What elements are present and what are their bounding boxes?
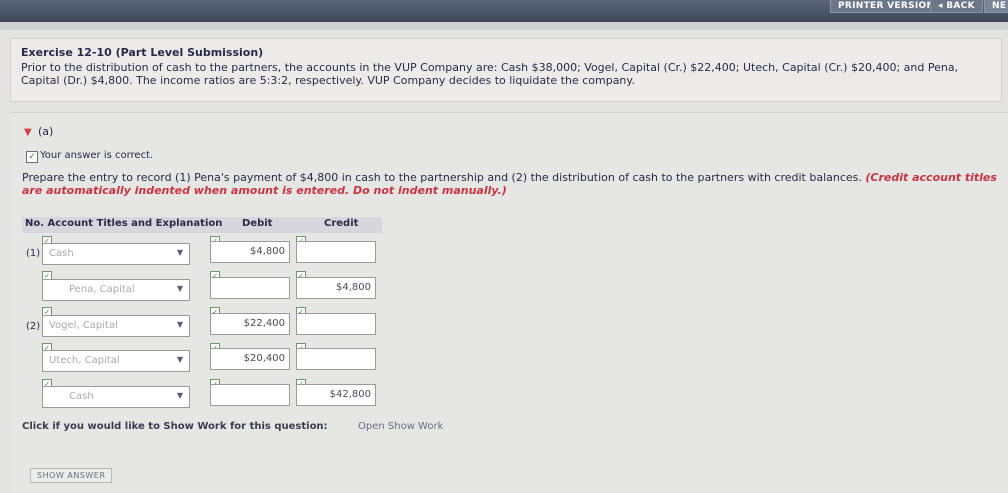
instructions-main: Prepare the entry to record (1) Pena's p… [22, 171, 862, 184]
credit-input[interactable]: $42,800 [296, 384, 376, 406]
top-toolbar: PRINTER VERSION ◂ BACK NE [0, 0, 1008, 22]
header-account: Account Titles and Explanation [47, 218, 223, 229]
account-select[interactable]: Utech, Capital ▼ [42, 350, 190, 372]
header-no: No. [25, 218, 45, 229]
account-select[interactable]: Pena, Capital ▼ [42, 279, 190, 301]
instructions: Prepare the entry to record (1) Pena's p… [22, 171, 1007, 197]
account-select-value: Vogel, Capital [49, 320, 118, 331]
chevron-down-icon: ▼ [176, 284, 183, 293]
printer-version-button[interactable]: PRINTER VERSION [830, 0, 943, 13]
collapse-triangle-icon[interactable]: ▼ [24, 127, 32, 138]
show-answer-button[interactable]: SHOW ANSWER [30, 468, 113, 483]
part-label: (a) [38, 125, 54, 138]
debit-input[interactable]: $20,400 [210, 348, 290, 370]
credit-input[interactable] [296, 241, 376, 263]
account-select-value: Cash [69, 391, 94, 402]
header-debit: Debit [242, 218, 273, 229]
next-button[interactable]: NE [984, 0, 1008, 13]
correct-feedback: Your answer is correct. [40, 150, 154, 161]
account-select-value: Utech, Capital [49, 355, 120, 366]
entry-number: (1) [26, 248, 41, 259]
question-panel: ▼ (a) ✓ Your answer is correct. Prepare … [10, 112, 1008, 493]
debit-input[interactable] [210, 277, 290, 299]
credit-input[interactable]: $4,800 [296, 277, 376, 299]
toolbar-divider [0, 22, 1008, 30]
exercise-text: Prior to the distribution of cash to the… [21, 61, 959, 87]
checkmark-icon: ✓ [26, 151, 38, 163]
exercise-panel: Exercise 12-10 (Part Level Submission) P… [10, 38, 1002, 102]
debit-input[interactable]: $22,400 [210, 313, 290, 335]
back-button[interactable]: ◂ BACK [930, 0, 983, 13]
chevron-down-icon: ▼ [176, 355, 183, 364]
chevron-down-icon: ▼ [176, 320, 183, 329]
credit-input[interactable] [296, 348, 376, 370]
debit-input[interactable]: $4,800 [210, 241, 290, 263]
chevron-down-icon: ▼ [176, 248, 183, 257]
account-select[interactable]: Cash ▼ [42, 386, 190, 408]
header-credit: Credit [324, 218, 359, 229]
debit-input[interactable] [210, 384, 290, 406]
credit-input[interactable] [296, 313, 376, 335]
exercise-title: Exercise 12-10 (Part Level Submission) [21, 46, 264, 59]
account-select-value: Pena, Capital [69, 284, 135, 295]
journal-table-header: No. Account Titles and Explanation Debit… [22, 217, 382, 233]
open-show-work-link[interactable]: Open Show Work [358, 421, 443, 432]
entry-number: (2) [26, 321, 41, 332]
account-select[interactable]: Vogel, Capital ▼ [42, 315, 190, 337]
show-work-prompt: Click if you would like to Show Work for… [22, 421, 328, 432]
account-select-value: Cash [49, 248, 74, 259]
chevron-down-icon: ▼ [176, 391, 183, 400]
account-select[interactable]: Cash ▼ [42, 243, 190, 265]
